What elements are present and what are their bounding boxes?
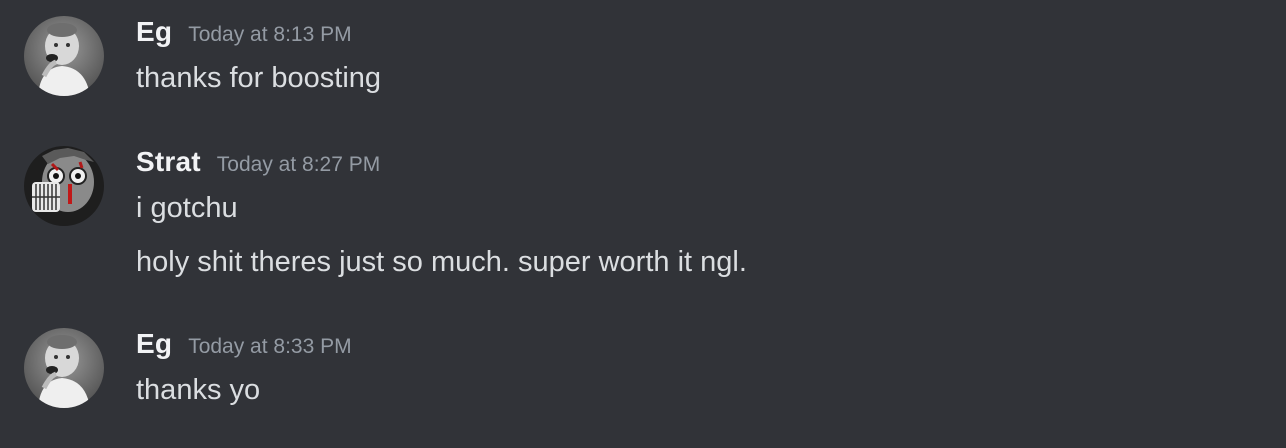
message-header: Eg Today at 8:13 PM — [136, 16, 352, 52]
child-photo-avatar-icon — [24, 16, 104, 96]
avatar[interactable] — [24, 328, 104, 408]
chat-messages: Eg Today at 8:13 PM thanks for boosting — [0, 0, 1286, 448]
username[interactable]: Strat — [136, 146, 201, 178]
avatar[interactable] — [24, 16, 104, 96]
username[interactable]: Eg — [136, 16, 172, 48]
message-header: Eg Today at 8:33 PM — [136, 328, 352, 364]
message-header: Strat Today at 8:27 PM — [136, 146, 380, 182]
timestamp[interactable]: Today at 8:13 PM — [188, 23, 351, 47]
timestamp[interactable]: Today at 8:33 PM — [188, 335, 351, 359]
message-text: thanks for boosting — [136, 62, 382, 94]
username[interactable]: Eg — [136, 328, 172, 360]
timestamp[interactable]: Today at 8:27 PM — [217, 153, 380, 177]
child-photo-avatar-icon — [24, 328, 104, 408]
avatar[interactable] — [24, 146, 104, 226]
message-text: holy shit theres just so much. super wor… — [136, 246, 747, 278]
anime-character-avatar-icon — [24, 146, 104, 226]
message-text: i gotchu — [136, 192, 238, 224]
message-text: thanks yo — [136, 374, 261, 406]
